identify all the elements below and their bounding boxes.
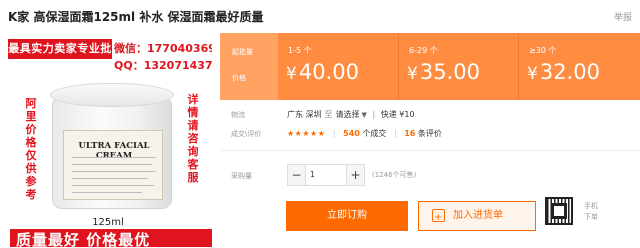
quantity-input[interactable]: 1: [310, 170, 315, 179]
logistics-label: 物流: [231, 111, 245, 119]
quantity-stepper: − 1 +: [287, 164, 365, 186]
tier-price-value: 40.00: [298, 60, 359, 84]
shipping-fee: 快递 ¥10: [380, 110, 415, 119]
add-to-cart-label: 加入进货单: [453, 210, 503, 221]
separator: |: [332, 129, 336, 138]
wechat-contact: 微信：17704036998: [114, 42, 212, 55]
tier-price-value: 35.00: [419, 60, 480, 84]
rating-row: ★★★★★ | 540 个成交 | 16 条评价: [287, 128, 442, 139]
chevron-down-icon[interactable]: ▼: [362, 111, 367, 119]
price-label: 价格: [232, 74, 246, 82]
ship-from: 广东 深圳: [287, 110, 322, 119]
title-bar: K家 高保湿面霜125ml 补水 保湿面霜最好质量 举报: [0, 0, 640, 30]
cream-jar: ULTRA FACIAL CREAM: [50, 83, 174, 209]
seller-banner: 最具实力卖家专业批发: [8, 39, 112, 75]
price-panel: 起批量 价格 1-5 个 ¥40.00 6-29 个 ¥35.00 ≥30 个 …: [220, 33, 640, 100]
add-to-cart-button[interactable]: 加入进货单: [418, 201, 536, 232]
separator: |: [393, 129, 397, 138]
size-label: 125ml: [92, 217, 124, 228]
reviews-count[interactable]: 16: [404, 129, 415, 138]
buy-now-button[interactable]: 立即订购: [286, 201, 408, 231]
trade-label: 成交\评价: [231, 130, 262, 138]
min-qty-label: 起批量: [232, 48, 253, 56]
currency-symbol: ¥: [407, 64, 418, 84]
qr-code-center: [551, 203, 567, 219]
price-tier: 6-29 个 ¥35.00: [398, 33, 518, 100]
jar-label-line: [72, 164, 152, 165]
jar-label: ULTRA FACIAL CREAM: [63, 130, 163, 200]
price-tier: 1-5 个 ¥40.00: [278, 33, 398, 100]
jar-label-line: [72, 185, 154, 186]
tier-price-value: 32.00: [539, 60, 600, 84]
price-reference-note: 阿里价格仅供参考: [25, 97, 37, 201]
product-image[interactable]: 最具实力卖家专业批发 微信：17704036998 QQ：1320714371 …: [4, 33, 212, 247]
tier-qty: 1-5 个: [288, 46, 312, 55]
decrease-button[interactable]: −: [288, 165, 306, 185]
reviews-suffix: 条评价: [417, 129, 442, 138]
tier-qty: ≥30 个: [529, 46, 557, 55]
report-link[interactable]: 举报: [614, 10, 632, 23]
jar-body: ULTRA FACIAL CREAM: [52, 99, 172, 209]
tier-price: ¥32.00: [527, 60, 600, 84]
jar-label-line: [72, 178, 148, 179]
divider: [220, 150, 640, 151]
currency-symbol: ¥: [527, 64, 538, 84]
jar-label-line: [72, 171, 156, 172]
tier-qty: 6-29 个: [409, 46, 438, 55]
jar-label-line: [72, 157, 156, 158]
quality-banner: 质量最好 价格最优: [10, 229, 212, 247]
currency-symbol: ¥: [286, 64, 297, 84]
add-to-cart-icon: [432, 204, 445, 232]
increase-button[interactable]: +: [346, 165, 364, 185]
jar-lid: [50, 83, 174, 107]
qr-code-icon[interactable]: [545, 197, 573, 225]
price-tier: ≥30 个 ¥32.00: [518, 33, 640, 100]
tier-price: ¥35.00: [407, 60, 480, 84]
logistics-row: 广东 深圳至请选择 ▼ | 快递 ¥10: [287, 109, 415, 120]
mobile-order-label[interactable]: 手机下单: [582, 201, 600, 223]
tier-price: ¥40.00: [286, 60, 359, 84]
qq-contact: QQ：1320714371: [114, 59, 212, 72]
deals-count[interactable]: 540: [343, 129, 360, 138]
destination-select[interactable]: 请选择: [336, 110, 360, 119]
purchase-qty-label: 采购量: [231, 172, 252, 180]
jar-label-title: ULTRA FACIAL CREAM: [78, 141, 150, 161]
star-rating-icon: ★★★★★: [287, 129, 326, 138]
contact-service-note: 详情请咨询客服: [187, 93, 199, 184]
separator: |: [372, 110, 376, 119]
jar-label-line: [72, 192, 142, 193]
product-title: K家 高保湿面霜125ml 补水 保湿面霜最好质量: [8, 10, 264, 24]
stock-available: (1246个可售): [372, 171, 417, 179]
deals-suffix: 个成交: [362, 129, 387, 138]
price-labels: 起批量 价格: [220, 33, 278, 100]
to-word: 至: [324, 110, 333, 119]
